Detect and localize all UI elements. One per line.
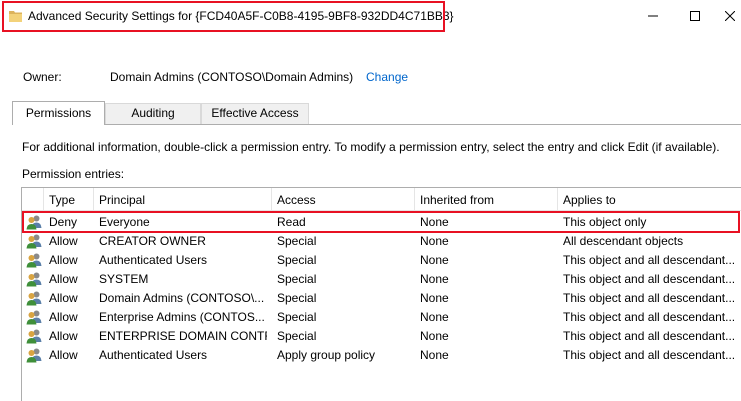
cell-inherited-from: None (420, 329, 449, 343)
cell-access: Special (277, 272, 317, 286)
minimize-button[interactable] (630, 0, 676, 32)
close-icon (724, 11, 735, 21)
cell-inherited-from: None (420, 272, 449, 286)
column-header-principal[interactable]: Principal (94, 188, 272, 211)
column-header-icon (22, 188, 44, 211)
cell-type: Allow (49, 234, 78, 248)
table-row[interactable]: Allow CREATOR OWNER Special None All descend… (22, 232, 741, 251)
cell-principal: Authenticated Users (99, 253, 208, 267)
cell-inherited-from: None (420, 234, 449, 248)
cell-inherited-from: None (420, 215, 449, 229)
cell-principal: Authenticated Users (99, 348, 208, 362)
cell-access: Special (277, 234, 317, 248)
cell-type: Allow (49, 329, 78, 343)
column-header-inherited-from[interactable]: Inherited from (415, 188, 558, 211)
cell-applies-to: All descendant objects (563, 234, 684, 248)
table-row[interactable]: Allow Domain Admins (CONTOSO\... Special No… (22, 289, 741, 308)
title-highlight-box (2, 1, 445, 32)
cell-principal: CREATOR OWNER (99, 234, 206, 248)
users-icon (26, 309, 42, 325)
cell-access: Special (277, 329, 317, 343)
cell-type: Allow (49, 348, 78, 362)
cell-access: Special (277, 253, 317, 267)
cell-applies-to: This object and all descendant... (563, 348, 736, 362)
users-icon (26, 214, 42, 230)
table-row[interactable]: Deny Everyone Read None This object only (22, 213, 741, 232)
tab-panel-border (12, 124, 741, 125)
column-header-access[interactable]: Access (272, 188, 415, 211)
tab-permissions[interactable]: Permissions (12, 101, 105, 125)
cell-access: Read (277, 215, 306, 229)
table-row[interactable]: Allow Authenticated Users Special None This … (22, 251, 741, 270)
owner-value: Domain Admins (CONTOSO\Domain Admins) (110, 70, 354, 84)
tab-auditing[interactable]: Auditing (105, 103, 201, 124)
cell-type: Allow (49, 291, 78, 305)
cell-applies-to: This object and all descendant... (563, 310, 736, 324)
cell-inherited-from: None (420, 310, 449, 324)
cell-principal: SYSTEM (99, 272, 149, 286)
column-header-applies-to[interactable]: Applies to (558, 188, 741, 211)
cell-type: Deny (49, 215, 78, 229)
minimize-icon (648, 15, 658, 17)
table-row[interactable]: Allow Enterprise Admins (CONTOS... Special… (22, 308, 741, 327)
cell-applies-to: This object and all descendant... (563, 253, 736, 267)
cell-inherited-from: None (420, 291, 449, 305)
users-icon (26, 328, 42, 344)
cell-principal: Domain Admins (CONTOSO\... (99, 291, 265, 305)
cell-principal: ENTERPRISE DOMAIN CONTR... (99, 329, 267, 343)
cell-applies-to: This object only (563, 215, 647, 229)
cell-inherited-from: None (420, 348, 449, 362)
cell-principal: Enterprise Admins (CONTOS... (99, 310, 265, 324)
tab-effective-access[interactable]: Effective Access (201, 103, 309, 124)
grid-header: Type Principal Access Inherited from App… (22, 188, 741, 211)
cell-access: Special (277, 291, 317, 305)
maximize-button[interactable] (672, 0, 718, 32)
cell-type: Allow (49, 253, 78, 267)
cell-type: Allow (49, 310, 78, 324)
cell-inherited-from: None (420, 253, 449, 267)
users-icon (26, 271, 42, 287)
column-header-type[interactable]: Type (44, 188, 94, 211)
owner-label: Owner: (23, 70, 62, 84)
close-button[interactable] (718, 0, 741, 32)
permission-entries-list[interactable]: Type Principal Access Inherited from App… (21, 187, 741, 401)
cell-applies-to: This object and all descendant... (563, 272, 736, 286)
table-row[interactable]: Allow Authenticated Users Apply group poli… (22, 346, 741, 365)
table-row[interactable]: Allow SYSTEM Special None This object and al… (22, 270, 741, 289)
users-icon (26, 233, 42, 249)
info-text: For additional information, double-click… (22, 140, 720, 154)
table-row[interactable]: Allow ENTERPRISE DOMAIN CONTR... Special No… (22, 327, 741, 346)
users-icon (26, 347, 42, 363)
cell-access: Special (277, 310, 317, 324)
cell-access: Apply group policy (277, 348, 376, 362)
cell-principal: Everyone (99, 215, 150, 229)
permission-entries-label: Permission entries: (22, 167, 125, 181)
cell-applies-to: This object and all descendant... (563, 329, 736, 343)
cell-applies-to: This object and all descendant... (563, 291, 736, 305)
change-owner-link[interactable]: Change (366, 70, 408, 84)
cell-type: Allow (49, 272, 78, 286)
users-icon (26, 252, 42, 268)
users-icon (26, 290, 42, 306)
maximize-icon (690, 11, 700, 21)
